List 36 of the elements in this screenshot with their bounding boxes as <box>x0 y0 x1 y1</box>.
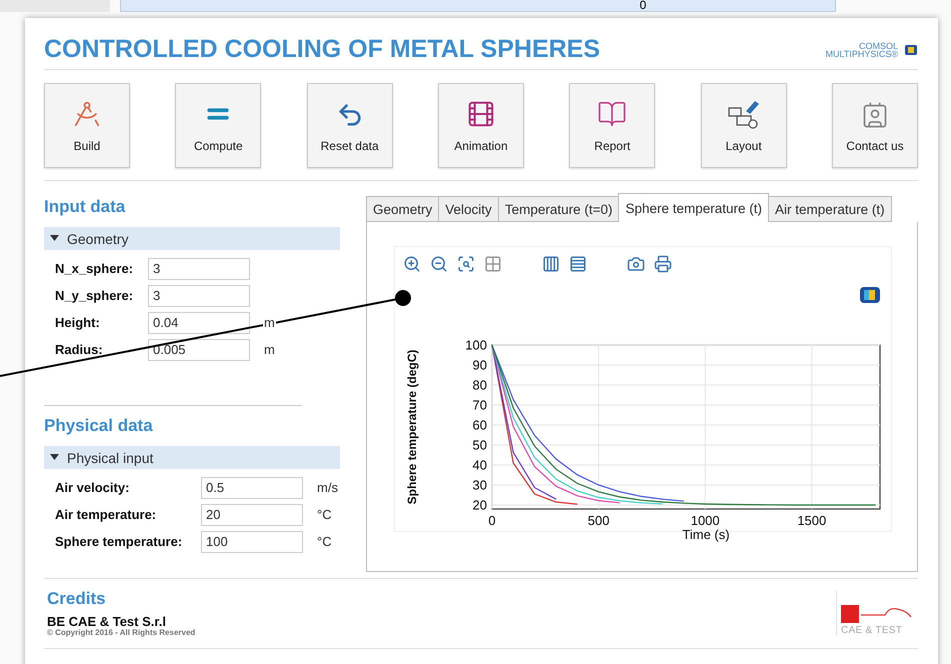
y-tick-label: 60 <box>472 418 487 432</box>
y-axis-title: Sphere temperature (degC) <box>405 350 419 504</box>
y-tick-label: 100 <box>465 338 487 352</box>
x-tick-label: 1000 <box>690 513 720 528</box>
field-label: Air velocity: <box>55 480 130 495</box>
y-tick-label: 80 <box>472 378 487 392</box>
y-tick-label: 70 <box>472 398 487 412</box>
field-label: Radius: <box>55 342 104 357</box>
company-name: BE CAE & Test S.r.l <box>47 614 167 628</box>
x-tick-label: 0 <box>488 513 496 528</box>
y-tick-label: 30 <box>472 478 487 492</box>
field-label: N_x_sphere: <box>55 261 134 276</box>
app-title: CONTROLLED COOLING OF METAL SPHERES <box>44 35 600 64</box>
brand-logo-text: COMSOL MULTIPHYSICS® <box>826 42 898 58</box>
field-label: N_y_sphere: <box>55 288 134 303</box>
field-label: Height: <box>55 315 101 330</box>
unit-label: m/s <box>316 480 339 495</box>
axis-label: 0 <box>640 0 646 11</box>
y-tick-label: 40 <box>472 458 487 472</box>
field-label: Air temperature: <box>55 507 158 522</box>
section-title: Geometry <box>67 230 128 246</box>
unit-label: °C <box>316 534 333 549</box>
section-heading: Physical data <box>44 416 154 436</box>
section-title: Physical input <box>67 450 154 466</box>
unit-label: °C <box>316 507 333 522</box>
section-heading: Input data <box>44 197 126 217</box>
company-logo-text: CAE & TEST <box>841 624 904 636</box>
x-tick-label: 500 <box>588 513 610 528</box>
credits-heading: Credits <box>47 588 107 608</box>
y-tick-label: 90 <box>472 358 487 372</box>
y-tick-label: 50 <box>472 438 487 452</box>
y-tick-label: 20 <box>472 498 487 512</box>
copyright-text: © Copyright 2016 - All Rights Reserved <box>47 628 196 636</box>
field-label: Sphere temperature: <box>55 534 184 549</box>
x-tick-label: 1500 <box>797 513 826 528</box>
x-axis-title: Time (s) <box>682 527 730 542</box>
